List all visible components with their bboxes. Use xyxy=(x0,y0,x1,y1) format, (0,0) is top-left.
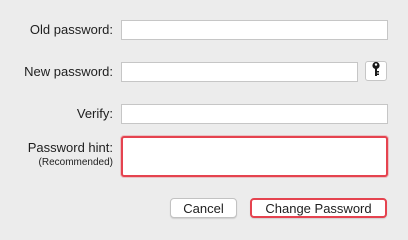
verify-field[interactable] xyxy=(121,104,388,124)
password-hint-label: Password hint: xyxy=(27,140,113,155)
old-password-field[interactable] xyxy=(121,20,388,40)
key-icon xyxy=(371,61,381,82)
new-password-field[interactable] xyxy=(121,62,358,82)
cancel-button[interactable]: Cancel xyxy=(170,198,237,218)
change-password-dialog: Old password: New password: Verify: Pass… xyxy=(0,0,408,238)
password-hint-field[interactable] xyxy=(121,136,388,177)
old-password-label: Old password: xyxy=(29,22,113,37)
verify-label: Verify: xyxy=(76,106,113,121)
change-password-button[interactable]: Change Password xyxy=(250,198,387,218)
password-assistant-button[interactable] xyxy=(365,61,387,81)
password-hint-sublabel: (Recommended) xyxy=(38,157,113,168)
new-password-label: New password: xyxy=(24,64,113,79)
